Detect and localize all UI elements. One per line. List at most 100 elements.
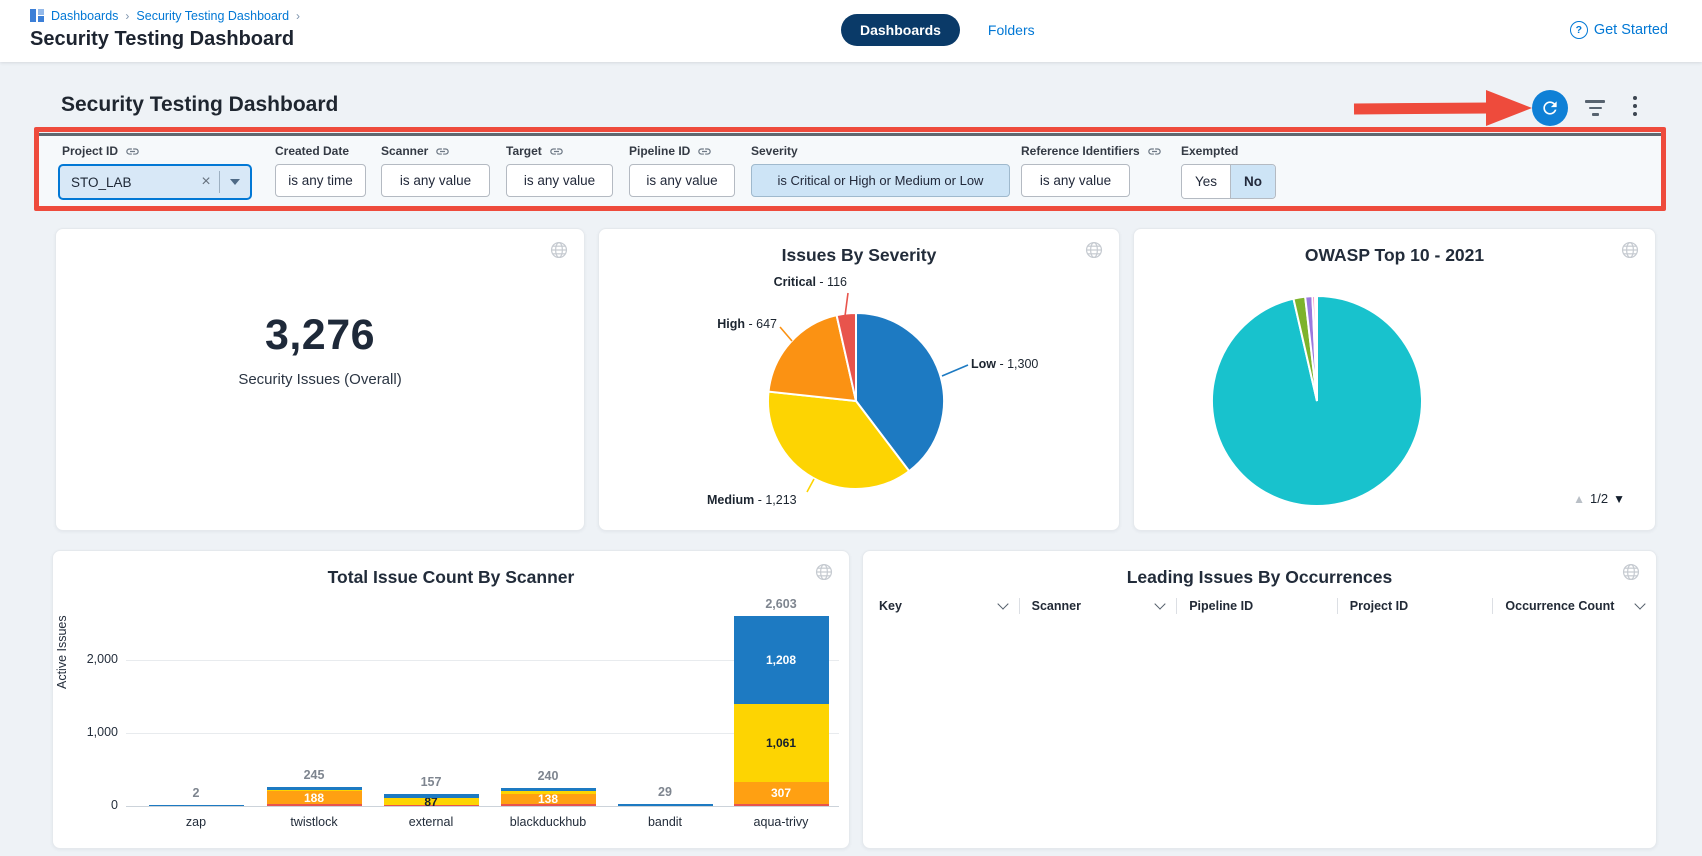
link-icon: [435, 144, 450, 159]
gridline: [126, 733, 839, 734]
bar-segment-twistlock-critical[interactable]: [267, 804, 362, 806]
page-indicator: 1/2: [1590, 491, 1608, 506]
more-options-button[interactable]: [1632, 96, 1638, 120]
exempted-yes-button[interactable]: Yes: [1182, 165, 1230, 198]
x-axis-label-bandit: bandit: [605, 815, 725, 829]
column-header-key[interactable]: Key: [863, 598, 1019, 614]
bar-total-label-zap: 2: [149, 786, 244, 800]
created-date-value-button[interactable]: is any time: [275, 164, 366, 197]
pie-callout-high: High - 647: [659, 317, 777, 331]
page-down-button[interactable]: ▼: [1613, 492, 1625, 506]
dropdown-button[interactable]: [220, 179, 250, 185]
gridline: [126, 660, 839, 661]
bar-segment-twistlock-medium[interactable]: [267, 790, 362, 791]
clear-icon[interactable]: ×: [193, 173, 219, 191]
dashboards-grid-icon: [30, 9, 44, 23]
project-id-value: STO_LAB: [60, 175, 193, 190]
annotation-arrow: [1350, 86, 1538, 130]
overall-issues-value: 3,276: [56, 311, 584, 360]
x-axis-line: [126, 806, 839, 807]
top-tabs: Dashboards Folders: [841, 14, 1035, 46]
leader-line-high: [780, 327, 792, 341]
occurrences-table-title: Leading Issues By Occurrences: [863, 567, 1656, 588]
chevron-down-icon: [230, 179, 240, 185]
top-bar: Dashboards › Security Testing Dashboard …: [0, 0, 1702, 62]
callout-name: Critical: [774, 275, 816, 289]
filter-exempted: Exempted Yes No: [1181, 136, 1276, 199]
bar-total-label-bandit: 29: [618, 785, 713, 799]
bar-segment-aqua-trivy-critical[interactable]: [734, 804, 829, 806]
y-tick-label: 0: [64, 798, 118, 812]
reference-identifiers-value-button[interactable]: is any value: [1021, 164, 1130, 197]
overall-issues-label: Security Issues (Overall): [56, 371, 584, 388]
globe-icon: [550, 241, 568, 259]
tab-dashboards[interactable]: Dashboards: [841, 14, 960, 46]
refresh-icon: [1540, 98, 1560, 118]
target-label: Target: [506, 144, 542, 158]
help-icon: ?: [1570, 21, 1588, 39]
filter-severity: Severity is Critical or High or Medium o…: [751, 136, 1010, 197]
refresh-button[interactable]: [1532, 90, 1568, 126]
bar-total-label-twistlock: 245: [267, 768, 362, 782]
column-header-pipeline-id[interactable]: Pipeline ID: [1176, 598, 1337, 614]
bar-segment-blackduckhub-low[interactable]: [501, 788, 596, 791]
filter-created-date: Created Date is any time: [275, 136, 366, 197]
bar-segment-bandit-low[interactable]: [618, 804, 713, 806]
leader-line-low: [942, 365, 968, 376]
pie-callout-medium: Medium - 1,213: [707, 493, 827, 507]
page-up-button[interactable]: ▲: [1573, 492, 1585, 506]
column-label: Key: [879, 599, 902, 613]
callout-value: - 1,300: [996, 357, 1038, 371]
callout-value: - 647: [745, 317, 777, 331]
bar-segment-value-label: 1,061: [734, 736, 829, 750]
column-header-occurrence-count[interactable]: Occurrence Count: [1492, 598, 1656, 614]
scanner-bar-plot: 01,0002,0002zap188245twistlock87157exter…: [126, 591, 839, 846]
bar-segment-value-label: 307: [734, 786, 829, 800]
dashboard-filters-button[interactable]: [1585, 100, 1605, 120]
severity-value-button[interactable]: is Critical or High or Medium or Low: [751, 164, 1010, 197]
sort-chevron-down-icon[interactable]: [997, 598, 1008, 609]
bar-total-label-blackduckhub: 240: [501, 769, 596, 783]
bar-total-label-external: 157: [384, 775, 479, 789]
card-issues-by-severity: Issues By Severity Critical - 116 High -…: [598, 228, 1120, 531]
link-icon: [549, 144, 564, 159]
severity-pie-chart: [599, 229, 1121, 532]
breadcrumb: Dashboards › Security Testing Dashboard …: [30, 9, 300, 23]
get-started-label: Get Started: [1594, 22, 1668, 38]
bar-segment-external-low[interactable]: [384, 794, 479, 799]
column-header-project-id[interactable]: Project ID: [1337, 598, 1493, 614]
column-label: Scanner: [1032, 599, 1081, 613]
exempted-no-button[interactable]: No: [1230, 165, 1275, 198]
get-started-link[interactable]: ? Get Started: [1570, 21, 1668, 39]
project-id-input[interactable]: STO_LAB ×: [58, 164, 252, 200]
breadcrumb-dashboards-link[interactable]: Dashboards: [51, 9, 118, 23]
scanner-label: Scanner: [381, 144, 428, 158]
leader-line-medium: [807, 479, 814, 492]
column-header-scanner[interactable]: Scanner: [1019, 598, 1177, 614]
bar-segment-blackduckhub-medium[interactable]: [501, 791, 596, 794]
column-label: Project ID: [1350, 599, 1408, 613]
callout-name: Medium: [707, 493, 754, 507]
pipeline-id-value-button[interactable]: is any value: [629, 164, 735, 197]
bar-segment-twistlock-low[interactable]: [267, 787, 362, 789]
tab-folders[interactable]: Folders: [988, 22, 1035, 38]
link-icon: [697, 144, 712, 159]
card-total-issue-count-by-scanner: Total Issue Count By Scanner Active Issu…: [52, 550, 850, 849]
bar-segment-value-label: 188: [267, 791, 362, 805]
security-testing-dashboard-page: Dashboards › Security Testing Dashboard …: [0, 0, 1702, 856]
sort-chevron-down-icon[interactable]: [1634, 598, 1645, 609]
card-leading-issues-by-occurrences: Leading Issues By Occurrences Key Scanner…: [862, 550, 1657, 849]
breadcrumb-separator: ›: [296, 9, 300, 23]
card-owasp-top-10: OWASP Top 10 - 2021 ▲ 1/2 ▼: [1133, 228, 1656, 531]
breadcrumb-dashboard-link[interactable]: Security Testing Dashboard: [136, 9, 289, 23]
owasp-pie-chart: [1134, 229, 1657, 532]
bar-segment-zap-low[interactable]: [149, 805, 244, 806]
x-axis-label-aqua-trivy: aqua-trivy: [721, 815, 841, 829]
y-tick-label: 2,000: [64, 652, 118, 666]
filter-bar: Project ID STO_LAB × Created Date is any…: [39, 133, 1661, 210]
filter-scanner: Scanner is any value: [381, 136, 490, 197]
x-axis-label-external: external: [371, 815, 491, 829]
sort-chevron-down-icon[interactable]: [1155, 598, 1166, 609]
target-value-button[interactable]: is any value: [506, 164, 613, 197]
scanner-value-button[interactable]: is any value: [381, 164, 490, 197]
